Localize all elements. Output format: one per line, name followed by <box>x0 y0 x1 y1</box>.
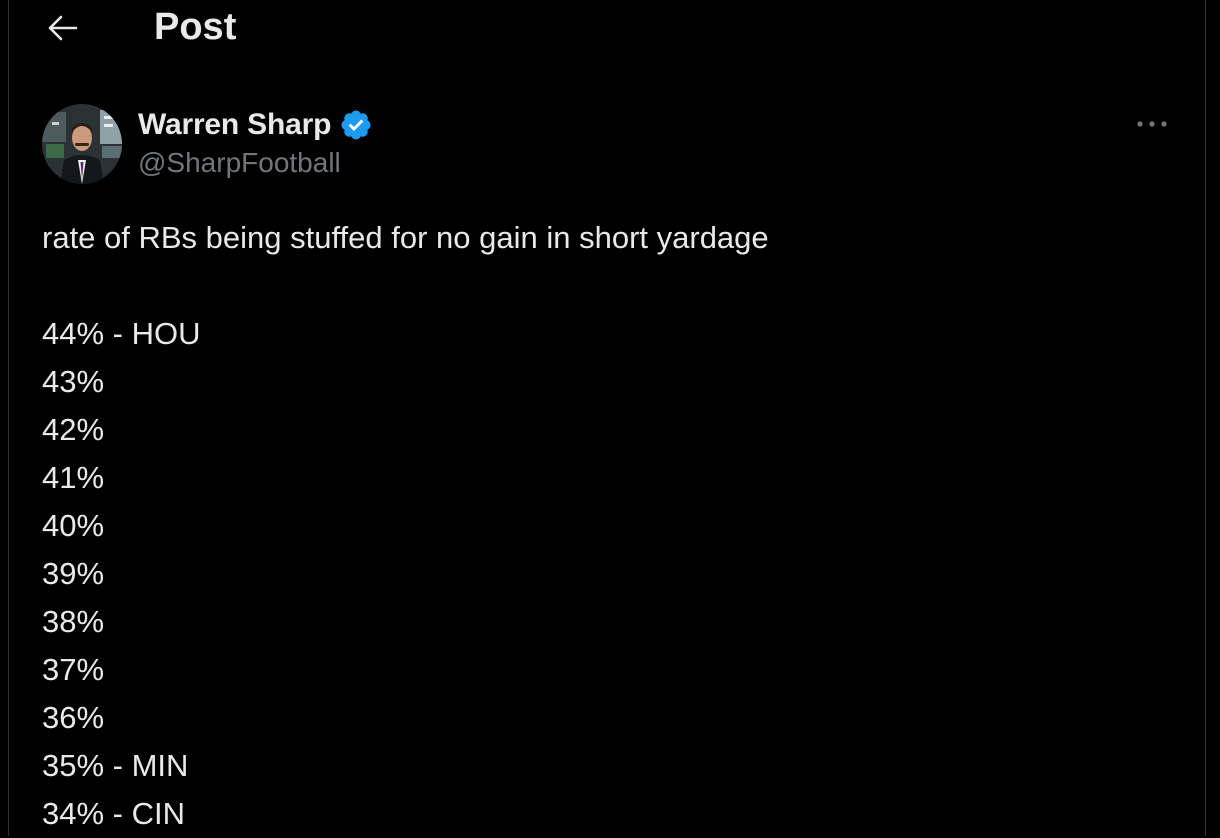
post-line: 37% <box>42 652 105 687</box>
post-line: 44% - HOU <box>42 316 201 351</box>
post-line: 34% - CIN <box>42 796 185 831</box>
page-title: Post <box>154 6 237 48</box>
post-line-blank <box>42 262 1182 310</box>
more-horizontal-icon <box>1137 121 1167 127</box>
back-button[interactable] <box>43 8 83 48</box>
author-handle[interactable]: @SharpFootball <box>138 147 341 179</box>
avatar-image <box>42 104 122 184</box>
post-line: 42% <box>42 412 105 447</box>
post-author: Warren Sharp @SharpFootball <box>42 104 1192 184</box>
verified-badge-icon[interactable] <box>339 108 373 142</box>
arrow-left-icon <box>48 15 78 41</box>
post-line: 41% <box>42 460 105 495</box>
post-line: rate of RBs being stuffed for no gain in… <box>42 220 769 255</box>
name-row: Warren Sharp <box>138 106 373 144</box>
post-header: Post <box>9 0 1205 58</box>
author-display-name[interactable]: Warren Sharp <box>138 108 331 142</box>
post-line: 38% <box>42 604 105 639</box>
post-line: 35% - MIN <box>42 748 189 783</box>
post-line: 39% <box>42 556 105 591</box>
avatar[interactable] <box>42 104 122 184</box>
post-column: Post Warren Sharp @SharpFootball rate of… <box>8 0 1206 836</box>
more-options-button[interactable] <box>1132 110 1172 138</box>
post-text: rate of RBs being stuffed for no gain in… <box>42 214 1182 838</box>
post-line: 36% <box>42 700 105 735</box>
post-line: 40% <box>42 508 105 543</box>
post-line: 43% <box>42 364 105 399</box>
